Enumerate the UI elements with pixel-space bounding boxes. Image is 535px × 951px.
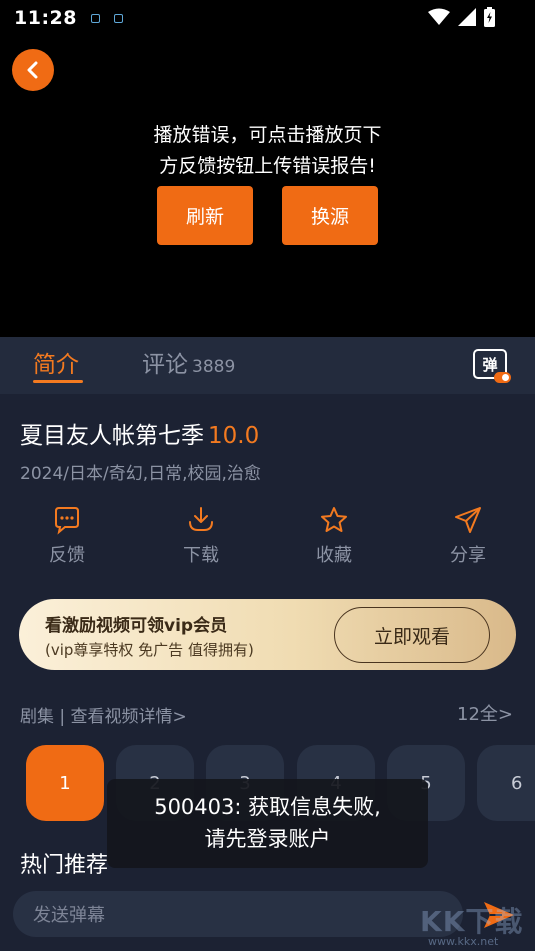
show-meta: 2024/日本/奇幻,日常,校园,治愈 (20, 464, 261, 484)
toast-line-2: 请先登录账户 (204, 827, 331, 851)
vip-banner[interactable]: 看激励视频可领vip会员 (vip尊享特权 免广告 值得拥有) 立即观看 (19, 599, 516, 670)
danmu-input[interactable]: 发送弹幕 (13, 891, 463, 937)
switch-source-button[interactable]: 换源 (282, 186, 378, 245)
tab-comments-label: 评论 (142, 352, 188, 378)
detail-tabs: 简介 评论 3889 弹 (0, 337, 535, 394)
show-title-row: 夏目友人帐第七季 10.0 (20, 416, 259, 450)
notification-icon (113, 13, 123, 23)
toast-line-1: 500403: 获取信息失败, (154, 795, 381, 819)
player-error-message: 播放错误，可点击播放页下 方反馈按钮上传错误报告! (0, 120, 535, 182)
action-row: 反馈 下载 收藏 分享 (0, 505, 535, 575)
vip-title: 看激励视频可领vip会员 (45, 616, 228, 636)
download-icon (189, 507, 213, 531)
battery-icon (484, 7, 495, 27)
chevron-left-icon (27, 61, 38, 79)
danmu-label: 弹 (482, 355, 498, 374)
show-title: 夏目友人帐第七季 (20, 423, 204, 449)
tab-active-indicator (33, 380, 83, 383)
wifi-icon (428, 8, 450, 25)
status-time: 11:28 (14, 7, 77, 29)
back-button[interactable] (12, 49, 54, 91)
share-label: 分享 (450, 545, 486, 566)
error-line-1: 播放错误，可点击播放页下 (153, 124, 382, 146)
danmu-toggle-button[interactable]: 弹 (473, 349, 511, 383)
notification-icon (90, 13, 100, 23)
episodes-header[interactable]: 剧集 | 查看视频详情> (20, 702, 187, 727)
status-bar: 11:28 (0, 0, 535, 36)
signal-icon (458, 8, 476, 26)
watermark-url: www.kkx.net (428, 935, 499, 948)
share-icon (455, 507, 481, 533)
tab-intro[interactable]: 简介 (33, 345, 79, 379)
comments-count: 3889 (192, 357, 236, 377)
favorite-label: 收藏 (316, 545, 352, 566)
share-button[interactable]: 分享 (428, 505, 508, 567)
error-toast: 500403: 获取信息失败, 请先登录账户 (107, 779, 428, 868)
refresh-button[interactable]: 刷新 (157, 186, 253, 245)
watch-now-button[interactable]: 立即观看 (334, 607, 490, 663)
vip-subtitle: (vip尊享特权 免广告 值得拥有) (45, 641, 254, 659)
episode-button[interactable]: 1 (26, 745, 104, 821)
star-icon (321, 507, 347, 532)
hot-recommend-title: 热门推荐 (20, 853, 109, 878)
toggle-switch-icon (494, 372, 511, 383)
favorite-button[interactable]: 收藏 (294, 505, 374, 567)
error-line-2: 方反馈按钮上传错误报告! (159, 155, 376, 177)
feedback-label: 反馈 (49, 545, 85, 566)
feedback-button[interactable]: 反馈 (27, 505, 107, 567)
show-rating: 10.0 (208, 423, 260, 449)
download-button[interactable]: 下载 (161, 505, 241, 567)
episodes-total[interactable]: 12全> (457, 700, 513, 726)
status-icons (428, 7, 495, 27)
feedback-icon (55, 507, 79, 535)
tab-comments[interactable]: 评论 3889 (142, 345, 235, 379)
watermark-logo: KK下载 (420, 905, 524, 938)
download-label: 下载 (183, 545, 219, 566)
video-player[interactable]: 播放错误，可点击播放页下 方反馈按钮上传错误报告! 刷新 换源 (0, 36, 535, 337)
episode-button[interactable]: 6 (477, 745, 535, 821)
